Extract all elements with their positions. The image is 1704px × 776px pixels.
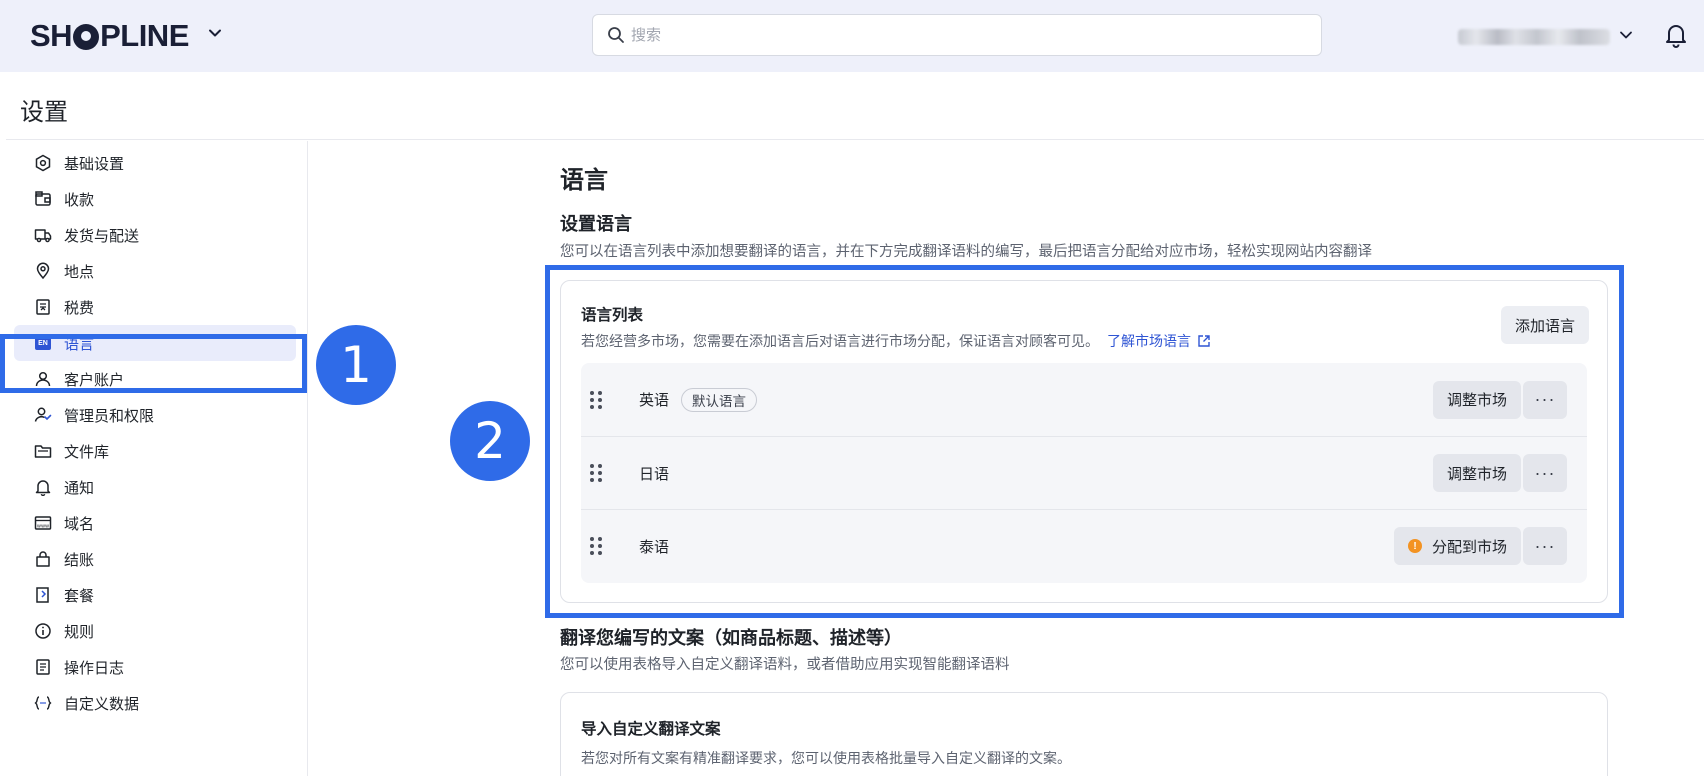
section-heading-language: 语言 (560, 167, 608, 194)
sidebar-item-label: 管理员和权限 (64, 407, 155, 425)
domain-icon: www (34, 514, 52, 532)
sidebar-item-admins-permissions[interactable]: 管理员和权限 (14, 397, 296, 433)
import-translation-title: 导入自定义翻译文案 (581, 721, 721, 738)
sidebar-item-shipping[interactable]: 发货与配送 (14, 217, 296, 253)
sidebar-item-label: 规则 (64, 623, 95, 641)
page-title: 设置 (20, 99, 68, 126)
info-circle-icon (34, 622, 52, 640)
search-input[interactable] (631, 26, 1291, 44)
sidebar-item-checkout[interactable]: 结账 (14, 541, 296, 577)
user-shield-icon (34, 406, 52, 424)
sidebar-item-label: 通知 (64, 479, 95, 497)
package-icon (34, 586, 52, 604)
sidebar-item-files[interactable]: 文件库 (14, 433, 296, 469)
annotation-highlight-sidebar-language (0, 334, 307, 393)
sidebar-item-policies[interactable]: 规则 (14, 613, 296, 649)
chevron-down-icon[interactable] (1618, 27, 1634, 43)
import-translation-description: 若您对所有文案有精准翻译要求，您可以使用表格批量导入自定义翻译的文案。 (581, 750, 1071, 766)
translate-section-description: 您可以使用表格导入自定义翻译语料，或者借助应用实现智能翻译语料 (560, 657, 1010, 673)
shopping-bag-icon (34, 550, 52, 568)
truck-icon (34, 226, 52, 244)
wallet-icon (34, 190, 52, 208)
sidebar-item-label: 基础设置 (64, 155, 125, 173)
location-pin-icon (34, 262, 52, 280)
search-box[interactable] (592, 14, 1322, 56)
log-icon (34, 658, 52, 676)
import-translation-card: 导入自定义翻译文案 若您对所有文案有精准翻译要求，您可以使用表格批量导入自定义翻… (560, 692, 1608, 776)
sidebar-item-payments[interactable]: 收款 (14, 181, 296, 217)
logo-o-mark (73, 24, 100, 50)
code-braces-icon (34, 694, 52, 712)
sidebar-item-locations[interactable]: 地点 (14, 253, 296, 289)
set-language-description: 您可以在语言列表中添加想要翻译的语言，并在下方完成翻译语料的编写，最后把语言分配… (560, 244, 1372, 260)
annotation-highlight-language-list (545, 265, 1624, 618)
svg-text:www: www (37, 523, 49, 529)
sidebar-item-label: 文件库 (64, 443, 110, 461)
translate-section-title: 翻译您编写的文案（如商品标题、描述等） (560, 628, 902, 648)
sidebar-item-custom-data[interactable]: 自定义数据 (14, 685, 296, 721)
sidebar-item-label: 自定义数据 (64, 695, 140, 713)
bell-icon (34, 478, 52, 496)
sidebar-item-plans[interactable]: 套餐 (14, 577, 296, 613)
sidebar-item-label: 发货与配送 (64, 227, 140, 245)
set-language-title: 设置语言 (560, 214, 632, 234)
sidebar-item-domains[interactable]: www 域名 (14, 505, 296, 541)
top-bar: SH PLINE (0, 0, 1704, 72)
search-icon (608, 27, 624, 43)
account-name-blurred[interactable] (1458, 29, 1610, 45)
sidebar-item-label: 操作日志 (64, 659, 125, 677)
sidebar-item-notifications[interactable]: 通知 (14, 469, 296, 505)
sidebar-item-label: 税费 (64, 299, 95, 317)
annotation-marker-1: 1 (316, 325, 396, 405)
sidebar-item-activity-log[interactable]: 操作日志 (14, 649, 296, 685)
page-header: 设置 (6, 72, 1704, 140)
sidebar-item-basic-settings[interactable]: 基础设置 (14, 145, 296, 181)
bell-icon[interactable] (1664, 22, 1688, 48)
gear-hex-icon (34, 154, 52, 172)
chevron-down-icon[interactable] (208, 26, 222, 40)
sidebar-item-label: 域名 (64, 515, 95, 533)
shopline-logo[interactable]: SH PLINE (30, 18, 189, 54)
sidebar-item-label: 结账 (64, 551, 95, 569)
sidebar-item-label: 套餐 (64, 587, 95, 605)
annotation-marker-2: 2 (450, 401, 530, 481)
receipt-icon (34, 298, 52, 316)
folder-icon (34, 442, 52, 460)
sidebar-item-label: 收款 (64, 191, 95, 209)
sidebar-item-taxes[interactable]: 税费 (14, 289, 296, 325)
settings-sidebar: 基础设置 收款 发货与配送 地点 税费 EN 语言 客户账户 管理员和权限 文件… (6, 141, 308, 776)
sidebar-item-label: 地点 (64, 263, 95, 281)
logo-text-end: PLINE (100, 18, 189, 53)
logo-text-start: SH (30, 18, 73, 53)
